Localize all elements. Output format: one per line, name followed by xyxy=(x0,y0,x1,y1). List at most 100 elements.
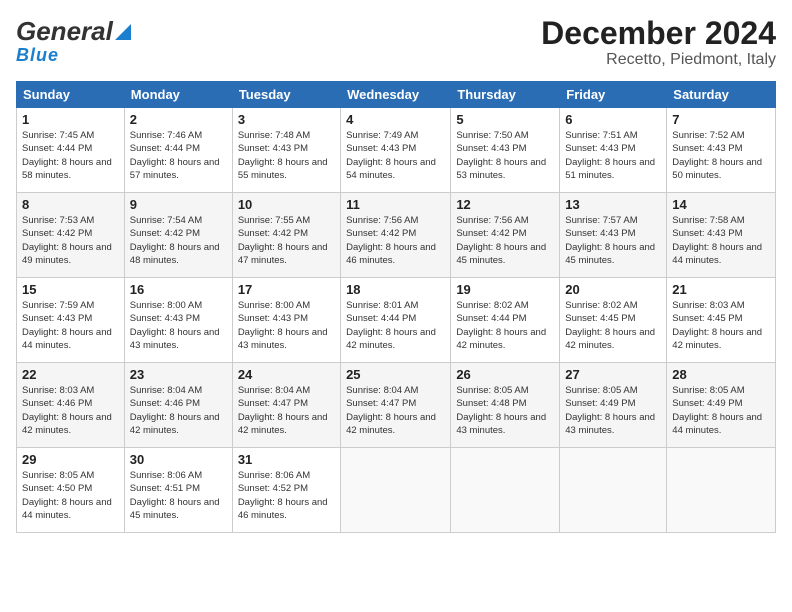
day-info: Sunrise: 8:05 AM Sunset: 4:48 PM Dayligh… xyxy=(456,384,554,437)
calendar-cell: 2 Sunrise: 7:46 AM Sunset: 4:44 PM Dayli… xyxy=(124,108,232,193)
daylight-label: Daylight: 8 hours and 44 minutes. xyxy=(672,412,762,436)
calendar-cell: 1 Sunrise: 7:45 AM Sunset: 4:44 PM Dayli… xyxy=(17,108,125,193)
day-info: Sunrise: 7:55 AM Sunset: 4:42 PM Dayligh… xyxy=(238,214,335,267)
calendar-cell: 19 Sunrise: 8:02 AM Sunset: 4:44 PM Dayl… xyxy=(451,278,560,363)
day-number: 14 xyxy=(672,197,770,212)
sunset-label: Sunset: 4:42 PM xyxy=(130,228,200,239)
day-number: 31 xyxy=(238,452,335,467)
daylight-label: Daylight: 8 hours and 44 minutes. xyxy=(22,327,112,351)
sunrise-label: Sunrise: 8:01 AM xyxy=(346,300,418,311)
calendar-subtitle: Recetto, Piedmont, Italy xyxy=(541,51,776,69)
sunrise-label: Sunrise: 7:58 AM xyxy=(672,215,744,226)
sunrise-label: Sunrise: 7:55 AM xyxy=(238,215,310,226)
daylight-label: Daylight: 8 hours and 51 minutes. xyxy=(565,157,655,181)
logo-general-text: General xyxy=(16,16,113,47)
calendar-cell xyxy=(341,448,451,533)
calendar-cell: 26 Sunrise: 8:05 AM Sunset: 4:48 PM Dayl… xyxy=(451,363,560,448)
sunset-label: Sunset: 4:45 PM xyxy=(672,313,742,324)
col-friday: Friday xyxy=(560,82,667,108)
sunset-label: Sunset: 4:43 PM xyxy=(565,143,635,154)
daylight-label: Daylight: 8 hours and 43 minutes. xyxy=(238,327,328,351)
sunrise-label: Sunrise: 7:56 AM xyxy=(346,215,418,226)
daylight-label: Daylight: 8 hours and 42 minutes. xyxy=(565,327,655,351)
page-container: General Blue December 2024 Recetto, Pied… xyxy=(0,0,792,543)
day-info: Sunrise: 7:58 AM Sunset: 4:43 PM Dayligh… xyxy=(672,214,770,267)
sunset-label: Sunset: 4:43 PM xyxy=(238,313,308,324)
calendar-table: Sunday Monday Tuesday Wednesday Thursday… xyxy=(16,81,776,533)
sunrise-label: Sunrise: 7:54 AM xyxy=(130,215,202,226)
sunrise-label: Sunrise: 7:56 AM xyxy=(456,215,528,226)
logo-blue-text: Blue xyxy=(16,45,59,66)
sunset-label: Sunset: 4:48 PM xyxy=(456,398,526,409)
sunset-label: Sunset: 4:42 PM xyxy=(456,228,526,239)
calendar-cell xyxy=(451,448,560,533)
sunrise-label: Sunrise: 7:50 AM xyxy=(456,130,528,141)
daylight-label: Daylight: 8 hours and 46 minutes. xyxy=(346,242,436,266)
day-info: Sunrise: 7:52 AM Sunset: 4:43 PM Dayligh… xyxy=(672,129,770,182)
day-info: Sunrise: 8:05 AM Sunset: 4:49 PM Dayligh… xyxy=(565,384,661,437)
day-info: Sunrise: 7:49 AM Sunset: 4:43 PM Dayligh… xyxy=(346,129,445,182)
day-number: 9 xyxy=(130,197,227,212)
day-number: 19 xyxy=(456,282,554,297)
day-info: Sunrise: 8:02 AM Sunset: 4:44 PM Dayligh… xyxy=(456,299,554,352)
day-number: 7 xyxy=(672,112,770,127)
sunset-label: Sunset: 4:44 PM xyxy=(346,313,416,324)
day-number: 23 xyxy=(130,367,227,382)
sunrise-label: Sunrise: 7:48 AM xyxy=(238,130,310,141)
sunset-label: Sunset: 4:42 PM xyxy=(346,228,416,239)
daylight-label: Daylight: 8 hours and 43 minutes. xyxy=(130,327,220,351)
sunset-label: Sunset: 4:47 PM xyxy=(238,398,308,409)
logo-triangle-icon xyxy=(115,24,131,40)
day-info: Sunrise: 8:02 AM Sunset: 4:45 PM Dayligh… xyxy=(565,299,661,352)
sunrise-label: Sunrise: 8:02 AM xyxy=(456,300,528,311)
day-number: 27 xyxy=(565,367,661,382)
day-info: Sunrise: 7:45 AM Sunset: 4:44 PM Dayligh… xyxy=(22,129,119,182)
sunset-label: Sunset: 4:43 PM xyxy=(456,143,526,154)
sunrise-label: Sunrise: 8:03 AM xyxy=(672,300,744,311)
day-number: 16 xyxy=(130,282,227,297)
daylight-label: Daylight: 8 hours and 55 minutes. xyxy=(238,157,328,181)
day-number: 22 xyxy=(22,367,119,382)
day-number: 11 xyxy=(346,197,445,212)
day-number: 6 xyxy=(565,112,661,127)
sunset-label: Sunset: 4:44 PM xyxy=(130,143,200,154)
day-number: 26 xyxy=(456,367,554,382)
daylight-label: Daylight: 8 hours and 45 minutes. xyxy=(456,242,546,266)
calendar-cell: 10 Sunrise: 7:55 AM Sunset: 4:42 PM Dayl… xyxy=(232,193,340,278)
calendar-cell: 18 Sunrise: 8:01 AM Sunset: 4:44 PM Dayl… xyxy=(341,278,451,363)
calendar-title: December 2024 xyxy=(541,16,776,51)
day-number: 2 xyxy=(130,112,227,127)
sunset-label: Sunset: 4:44 PM xyxy=(22,143,92,154)
calendar-cell: 6 Sunrise: 7:51 AM Sunset: 4:43 PM Dayli… xyxy=(560,108,667,193)
day-info: Sunrise: 8:05 AM Sunset: 4:49 PM Dayligh… xyxy=(672,384,770,437)
daylight-label: Daylight: 8 hours and 45 minutes. xyxy=(130,497,220,521)
daylight-label: Daylight: 8 hours and 43 minutes. xyxy=(565,412,655,436)
calendar-cell: 5 Sunrise: 7:50 AM Sunset: 4:43 PM Dayli… xyxy=(451,108,560,193)
day-info: Sunrise: 8:06 AM Sunset: 4:51 PM Dayligh… xyxy=(130,469,227,522)
sunset-label: Sunset: 4:44 PM xyxy=(456,313,526,324)
day-info: Sunrise: 7:54 AM Sunset: 4:42 PM Dayligh… xyxy=(130,214,227,267)
col-monday: Monday xyxy=(124,82,232,108)
day-info: Sunrise: 7:56 AM Sunset: 4:42 PM Dayligh… xyxy=(346,214,445,267)
sunset-label: Sunset: 4:52 PM xyxy=(238,483,308,494)
day-info: Sunrise: 7:57 AM Sunset: 4:43 PM Dayligh… xyxy=(565,214,661,267)
sunset-label: Sunset: 4:46 PM xyxy=(22,398,92,409)
sunrise-label: Sunrise: 8:00 AM xyxy=(130,300,202,311)
daylight-label: Daylight: 8 hours and 42 minutes. xyxy=(22,412,112,436)
day-info: Sunrise: 7:48 AM Sunset: 4:43 PM Dayligh… xyxy=(238,129,335,182)
calendar-cell: 27 Sunrise: 8:05 AM Sunset: 4:49 PM Dayl… xyxy=(560,363,667,448)
day-number: 8 xyxy=(22,197,119,212)
calendar-cell: 14 Sunrise: 7:58 AM Sunset: 4:43 PM Dayl… xyxy=(667,193,776,278)
sunrise-label: Sunrise: 8:06 AM xyxy=(238,470,310,481)
col-thursday: Thursday xyxy=(451,82,560,108)
day-number: 12 xyxy=(456,197,554,212)
day-number: 4 xyxy=(346,112,445,127)
sunrise-label: Sunrise: 8:04 AM xyxy=(238,385,310,396)
day-info: Sunrise: 7:46 AM Sunset: 4:44 PM Dayligh… xyxy=(130,129,227,182)
day-info: Sunrise: 8:04 AM Sunset: 4:47 PM Dayligh… xyxy=(346,384,445,437)
calendar-cell xyxy=(667,448,776,533)
daylight-label: Daylight: 8 hours and 44 minutes. xyxy=(672,242,762,266)
daylight-label: Daylight: 8 hours and 43 minutes. xyxy=(456,412,546,436)
calendar-cell: 8 Sunrise: 7:53 AM Sunset: 4:42 PM Dayli… xyxy=(17,193,125,278)
sunrise-label: Sunrise: 8:05 AM xyxy=(672,385,744,396)
